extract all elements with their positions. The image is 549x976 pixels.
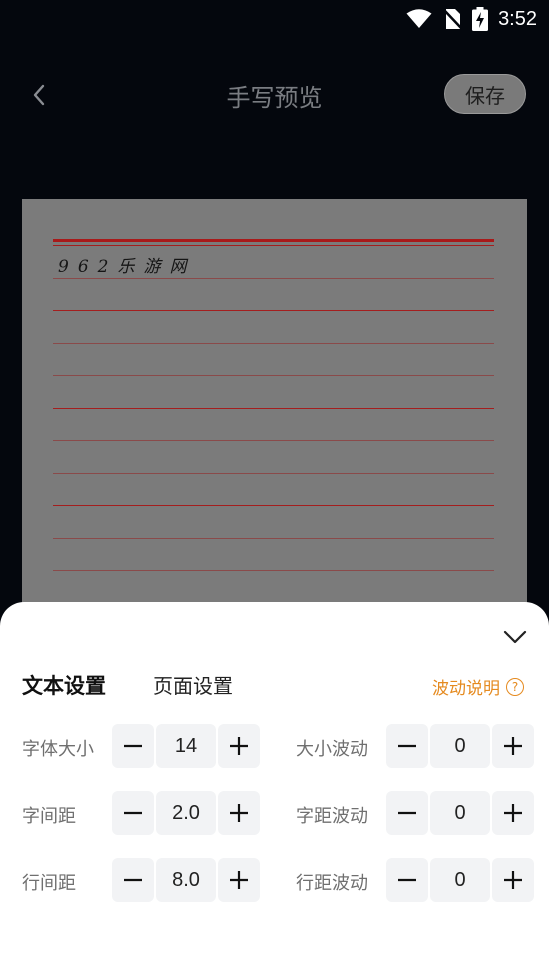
line-spacing-wave-stepper: 0 bbox=[386, 858, 534, 902]
ruled-line bbox=[53, 440, 494, 441]
ruled-line bbox=[53, 310, 494, 311]
font-size-value[interactable]: 14 bbox=[156, 724, 216, 768]
plus-icon bbox=[504, 871, 522, 889]
minus-icon bbox=[124, 878, 142, 882]
handwriting-text: 962乐游网 bbox=[58, 257, 196, 277]
size-wave-increment[interactable] bbox=[492, 724, 534, 768]
ruled-line bbox=[53, 343, 494, 344]
char-spacing-increment[interactable] bbox=[218, 791, 260, 835]
wave-help-label: 波动说明 bbox=[432, 679, 500, 699]
tab-page-settings[interactable]: 页面设置 bbox=[153, 670, 233, 699]
size-wave-value[interactable]: 0 bbox=[430, 724, 490, 768]
wifi-icon bbox=[406, 9, 432, 28]
status-time: 3:52 bbox=[498, 7, 537, 30]
tab-text-settings[interactable]: 文本设置 bbox=[22, 670, 106, 700]
plus-icon bbox=[504, 804, 522, 822]
char-spacing-stepper: 2.0 bbox=[112, 791, 260, 835]
minus-icon bbox=[398, 878, 416, 882]
char-spacing-wave-stepper: 0 bbox=[386, 791, 534, 835]
line-spacing-wave-decrement[interactable] bbox=[386, 858, 428, 902]
save-button[interactable]: 保存 bbox=[444, 74, 526, 114]
char-spacing-decrement[interactable] bbox=[112, 791, 154, 835]
line-spacing-value[interactable]: 8.0 bbox=[156, 858, 216, 902]
chevron-down-icon bbox=[503, 630, 527, 644]
char-spacing-wave-increment[interactable] bbox=[492, 791, 534, 835]
font-size-label: 字体大小 bbox=[22, 739, 94, 760]
plus-icon bbox=[230, 804, 248, 822]
no-sim-icon bbox=[443, 9, 462, 29]
line-spacing-wave-increment[interactable] bbox=[492, 858, 534, 902]
line-spacing-wave-value[interactable]: 0 bbox=[430, 858, 490, 902]
plus-icon bbox=[504, 737, 522, 755]
status-bar: 3:52 bbox=[0, 0, 549, 38]
char-spacing-value[interactable]: 2.0 bbox=[156, 791, 216, 835]
ruled-line bbox=[53, 538, 494, 539]
plus-icon bbox=[230, 737, 248, 755]
battery-charging-icon bbox=[472, 7, 489, 31]
top-rule bbox=[53, 239, 494, 242]
font-size-increment[interactable] bbox=[218, 724, 260, 768]
ruled-line bbox=[53, 473, 494, 474]
minus-icon bbox=[124, 744, 142, 748]
char-spacing-label: 字间距 bbox=[22, 806, 76, 827]
char-spacing-wave-decrement[interactable] bbox=[386, 791, 428, 835]
help-icon: ? bbox=[506, 677, 524, 696]
size-wave-decrement[interactable] bbox=[386, 724, 428, 768]
line-spacing-label: 行间距 bbox=[22, 873, 76, 894]
ruled-line bbox=[53, 505, 494, 506]
wave-help-link[interactable]: 波动说明 ? bbox=[432, 674, 524, 699]
font-size-stepper: 14 bbox=[112, 724, 260, 768]
collapse-button[interactable] bbox=[500, 622, 530, 652]
size-wave-label: 大小波动 bbox=[296, 739, 368, 760]
font-size-decrement[interactable] bbox=[112, 724, 154, 768]
line-spacing-wave-label: 行距波动 bbox=[296, 873, 368, 894]
minus-icon bbox=[124, 811, 142, 815]
line-spacing-increment[interactable] bbox=[218, 858, 260, 902]
minus-icon bbox=[398, 744, 416, 748]
handwriting-preview: 962乐游网 bbox=[22, 199, 527, 619]
char-spacing-wave-label: 字距波动 bbox=[296, 806, 368, 827]
ruled-line bbox=[53, 245, 494, 246]
ruled-line bbox=[53, 408, 494, 409]
ruled-line bbox=[53, 375, 494, 376]
ruled-line bbox=[53, 570, 494, 571]
line-spacing-decrement[interactable] bbox=[112, 858, 154, 902]
app-header: 手写预览 保存 bbox=[0, 60, 549, 130]
line-spacing-stepper: 8.0 bbox=[112, 858, 260, 902]
minus-icon bbox=[398, 811, 416, 815]
size-wave-stepper: 0 bbox=[386, 724, 534, 768]
plus-icon bbox=[230, 871, 248, 889]
char-spacing-wave-value[interactable]: 0 bbox=[430, 791, 490, 835]
ruled-line bbox=[53, 278, 494, 279]
settings-sheet: 文本设置 页面设置 波动说明 ? 字体大小 14 大小波动 0 字间距 2.0 bbox=[0, 602, 549, 976]
